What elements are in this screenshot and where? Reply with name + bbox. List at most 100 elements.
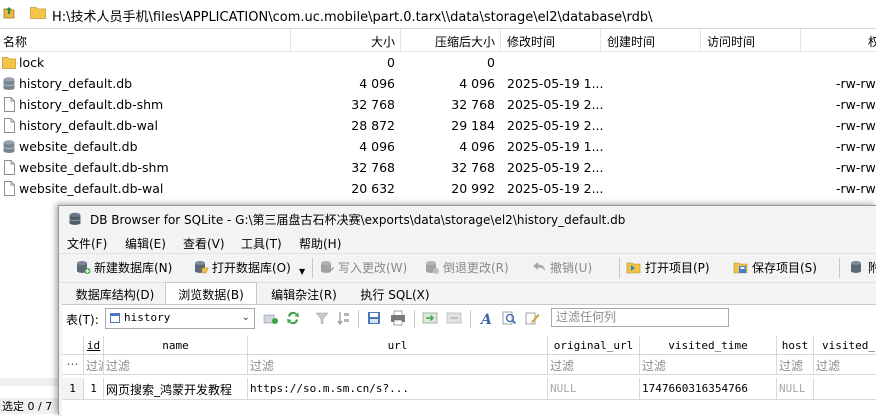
file-compressed-size: 4 096 bbox=[459, 139, 495, 154]
row-number[interactable]: 1 bbox=[62, 378, 84, 400]
refresh-table-icon[interactable] bbox=[263, 310, 279, 326]
file-modified: 2025-05-19 1... bbox=[507, 139, 604, 154]
refresh-icon[interactable] bbox=[285, 310, 301, 326]
tab-edit-pragmas[interactable]: 编辑杂注(R) bbox=[259, 283, 349, 303]
filter-visited-time-input[interactable]: 过滤 bbox=[640, 355, 777, 375]
tab-database-structure[interactable]: 数据库结构(D) bbox=[65, 283, 165, 303]
chevron-down-icon: ⌄ bbox=[241, 312, 250, 323]
edit-cell-icon[interactable] bbox=[524, 310, 540, 326]
file-icon bbox=[4, 118, 15, 133]
file-name: lock bbox=[19, 55, 45, 70]
column-header-visited-time[interactable]: visited_time bbox=[640, 336, 777, 355]
folder-icon bbox=[30, 7, 46, 19]
open-database-label: 打开数据库(O) bbox=[212, 261, 291, 275]
file-compressed-size: 4 096 bbox=[459, 76, 495, 91]
browse-toolbar: 表(T): history ⌄ A 过滤任何列 bbox=[62, 305, 876, 331]
file-row[interactable]: history_default.db 4 096 4 096 2025-05-19 1… bbox=[0, 73, 876, 94]
horizontal-scrollbar[interactable] bbox=[0, 378, 60, 386]
column-header-visited-count[interactable]: visited_c bbox=[814, 336, 876, 355]
file-row[interactable]: website_default.db-shm 32 768 32 768 2025-0… bbox=[0, 157, 876, 178]
menu-file[interactable]: 文件(F) bbox=[67, 235, 107, 252]
file-row[interactable]: lock 0 0 bbox=[0, 52, 876, 73]
file-icon bbox=[4, 181, 15, 196]
file-size: 0 bbox=[387, 55, 395, 70]
file-modified: 2025-05-19 2... bbox=[507, 160, 604, 175]
svg-text:A: A bbox=[479, 312, 492, 326]
new-database-label: 新建数据库(N) bbox=[94, 261, 173, 275]
table-cell-original-url[interactable]: NULL bbox=[548, 378, 640, 400]
column-created[interactable]: 创建时间 bbox=[607, 33, 655, 50]
find-icon[interactable] bbox=[501, 310, 517, 326]
undo-label: 撤销(U) bbox=[550, 261, 593, 275]
file-row[interactable]: history_default.db-shm 32 768 32 768 2025-0… bbox=[0, 94, 876, 115]
column-header-name[interactable]: name bbox=[104, 336, 248, 355]
file-modified: 2025-05-19 2... bbox=[507, 181, 604, 196]
delete-record-icon[interactable] bbox=[446, 310, 462, 326]
column-header-url[interactable]: url bbox=[248, 336, 548, 355]
filter-url-input[interactable]: 过滤 bbox=[248, 355, 548, 375]
column-accessed[interactable]: 访问时间 bbox=[707, 33, 755, 50]
up-folder-icon[interactable] bbox=[3, 5, 15, 19]
clear-filters-icon[interactable] bbox=[314, 310, 330, 326]
table-cell-visited-count[interactable] bbox=[814, 378, 876, 400]
column-header-host[interactable]: host bbox=[777, 336, 814, 355]
file-row[interactable]: website_default.db-wal 20 632 20 992 2025-0… bbox=[0, 178, 876, 199]
menu-help[interactable]: 帮助(H) bbox=[299, 235, 341, 252]
filter-all-columns-input[interactable]: 过滤任何列 bbox=[551, 308, 729, 327]
column-header-original-url[interactable]: original_url bbox=[548, 336, 640, 355]
column-header-id[interactable]: id bbox=[84, 336, 104, 355]
open-database-dropdown-icon[interactable]: ▼ bbox=[299, 267, 305, 276]
file-name: website_default.db-wal bbox=[19, 181, 164, 196]
table-cell-name[interactable]: 网页搜索_鸿蒙开发教程 bbox=[104, 378, 248, 400]
column-header: 名称 大小 压缩后大小 修改时间 创建时间 访问时间 权 bbox=[0, 29, 876, 52]
filter-visited-count-input[interactable]: 过滤 bbox=[814, 355, 876, 375]
file-size: 4 096 bbox=[359, 139, 395, 154]
table-select[interactable]: history ⌄ bbox=[105, 308, 255, 329]
file-icon bbox=[4, 97, 15, 112]
filter-name-input[interactable]: 过滤 bbox=[104, 355, 248, 375]
table-cell-host[interactable]: NULL bbox=[777, 378, 814, 400]
filter-host-input[interactable]: 过滤 bbox=[777, 355, 814, 375]
print-icon[interactable] bbox=[390, 310, 406, 326]
font-icon[interactable]: A bbox=[478, 310, 494, 326]
path-text[interactable]: H:\技术人员手机\files\APPLICATION\com.uc.mobil… bbox=[52, 6, 653, 25]
column-size[interactable]: 大小 bbox=[371, 33, 395, 50]
tab-execute-sql[interactable]: 执行 SQL(X) bbox=[349, 283, 441, 303]
table-cell-visited-time[interactable]: 1747660316354766 bbox=[640, 378, 777, 400]
file-modified: 2025-05-19 2... bbox=[507, 118, 604, 133]
sort-icon[interactable] bbox=[336, 310, 352, 326]
file-name: history_default.db-shm bbox=[19, 97, 164, 112]
table-select-value: history bbox=[124, 311, 171, 324]
file-row[interactable]: website_default.db 4 096 4 096 2025-05-19 1… bbox=[0, 136, 876, 157]
filter-row-corner: ⋯ bbox=[62, 355, 84, 375]
title-bar[interactable]: DB Browser for SQLite - G:\第三届盘古石杯决赛\exp… bbox=[59, 206, 876, 231]
file-size: 28 872 bbox=[351, 118, 395, 133]
filter-id-input[interactable]: 过滤 bbox=[84, 355, 104, 375]
file-row[interactable]: history_default.db-wal 28 872 29 184 2025-0… bbox=[0, 115, 876, 136]
write-changes-icon bbox=[321, 261, 334, 273]
save-results-icon[interactable] bbox=[366, 310, 382, 326]
grid-corner[interactable] bbox=[62, 336, 84, 355]
menu-tools[interactable]: 工具(T) bbox=[241, 235, 282, 252]
revert-changes-icon bbox=[426, 261, 439, 274]
column-attributes[interactable]: 权 bbox=[868, 33, 876, 50]
file-size: 32 768 bbox=[351, 97, 395, 112]
file-name: history_default.db bbox=[19, 76, 133, 91]
table-cell-url[interactable]: https://so.m.sm.cn/s?... bbox=[248, 378, 548, 400]
filter-original-url-input[interactable]: 过滤 bbox=[548, 355, 640, 375]
db-browser-app-icon bbox=[69, 212, 81, 225]
address-bar[interactable]: H:\技术人员手机\files\APPLICATION\com.uc.mobil… bbox=[0, 0, 876, 29]
tab-browse-data[interactable]: 浏览数据(B) bbox=[165, 282, 257, 304]
column-modified[interactable]: 修改时间 bbox=[507, 33, 555, 50]
insert-record-icon[interactable] bbox=[422, 310, 438, 326]
attach-database-label: 附 bbox=[868, 261, 876, 275]
new-database-icon bbox=[77, 261, 91, 274]
revert-changes-label: 倒退更改(R) bbox=[443, 261, 509, 275]
table-cell-id[interactable]: 1 bbox=[84, 378, 104, 400]
column-compressed-size[interactable]: 压缩后大小 bbox=[435, 33, 495, 50]
menu-edit[interactable]: 编辑(E) bbox=[125, 235, 166, 252]
menu-view[interactable]: 查看(V) bbox=[183, 235, 225, 252]
table-label: 表(T): bbox=[66, 313, 99, 327]
column-name[interactable]: 名称 bbox=[3, 33, 27, 50]
file-size: 32 768 bbox=[351, 160, 395, 175]
